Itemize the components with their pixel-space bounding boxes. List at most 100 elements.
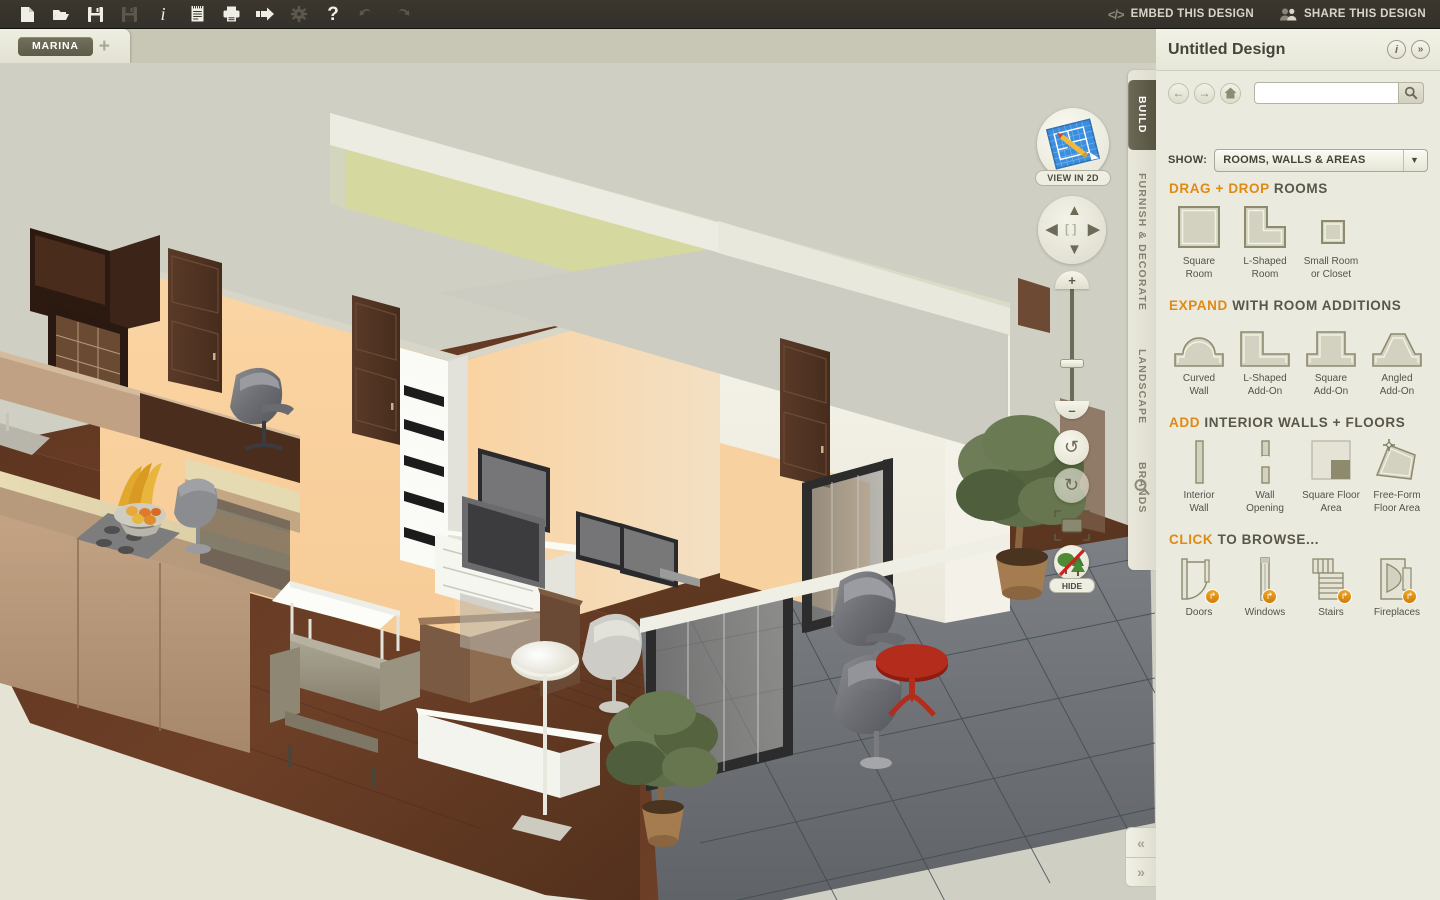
zoom-slider-thumb[interactable] <box>1060 359 1084 368</box>
show-filter-select[interactable]: ROOMS, WALLS & AREAS ▼ <box>1214 148 1428 172</box>
small-room-icon <box>1307 203 1355 251</box>
save-icon[interactable] <box>78 1 112 28</box>
project-tab-marina[interactable]: MARINA <box>18 36 93 56</box>
notes-icon[interactable] <box>180 1 214 28</box>
main-toolbar: i ? </> EMBED THIS DESIGN SHARE THIS DES… <box>0 0 1440 29</box>
zoom-out-button[interactable]: – <box>1055 401 1089 419</box>
tile-windows[interactable]: ↱ Windows <box>1232 554 1298 620</box>
share-design-label: SHARE THIS DESIGN <box>1303 8 1426 20</box>
camera-frame-icon <box>1054 510 1090 541</box>
tile-label: Interior Wall <box>1183 490 1215 514</box>
add-project-tab-button[interactable]: + <box>99 37 110 56</box>
pan-control-pad[interactable]: ▲ ▼ ◀ ▶ [ ] <box>1038 196 1106 264</box>
curved-wall-icon <box>1173 320 1225 368</box>
print-icon[interactable] <box>214 1 248 28</box>
tile-l-shaped-room[interactable]: L-Shaped Room <box>1232 203 1298 281</box>
section-title: EXPAND WITH ROOM ADDITIONS <box>1166 298 1430 313</box>
blueprint-2d-icon <box>1045 118 1101 170</box>
recenter-button[interactable]: [ ] <box>1065 223 1076 235</box>
square-addon-icon <box>1305 320 1357 368</box>
redo-icon[interactable] <box>384 1 418 28</box>
tile-label: Curved Wall <box>1182 373 1216 397</box>
tile-doors[interactable]: ↱ Doors <box>1166 554 1232 620</box>
pan-down-button[interactable]: ▼ <box>1067 242 1082 257</box>
hide-plants-button[interactable] <box>1054 545 1089 580</box>
rotate-right-button[interactable]: ↻ <box>1054 468 1089 503</box>
settings-gear-icon[interactable] <box>282 1 316 28</box>
tile-stairs[interactable]: ↱ Stairs <box>1298 554 1364 620</box>
collapse-panel-right-button[interactable]: » <box>1125 857 1157 887</box>
pan-up-button[interactable]: ▲ <box>1067 203 1082 218</box>
rail-tab-furnish-decorate[interactable]: FURNISH & DECORATE <box>1128 158 1156 326</box>
section-title: DRAG + DROP ROOMS <box>1166 181 1430 196</box>
embed-design-button[interactable]: </> EMBED THIS DESIGN <box>1108 7 1254 22</box>
tile-wall-opening[interactable]: Wall Opening <box>1232 437 1298 515</box>
tile-row: ↱ Doors ↱ Windows ↱ Stairs ↱ Fireplaces <box>1166 554 1430 620</box>
hide-plants-label[interactable]: HIDE <box>1049 578 1095 593</box>
nav-forward-button[interactable]: → <box>1194 82 1215 104</box>
design-title: Untitled Design <box>1168 40 1286 58</box>
export-icon[interactable] <box>248 1 282 28</box>
tile-label: Small Room or Closet <box>1303 256 1359 280</box>
zoom-in-button[interactable]: + <box>1055 271 1089 289</box>
tile-square-room[interactable]: Square Room <box>1166 203 1232 281</box>
view-in-2d-label[interactable]: VIEW IN 2D <box>1035 170 1111 186</box>
tile-fireplaces[interactable]: ↱ Fireplaces <box>1364 554 1430 620</box>
tile-square-addon[interactable]: Square Add-On <box>1298 320 1364 398</box>
tile-row: Curved Wall L-Shaped Add-On Square Add-On <box>1166 320 1430 398</box>
rotate-left-button[interactable]: ↺ <box>1054 430 1089 465</box>
wall-opening-icon <box>1255 437 1275 485</box>
chevron-down-icon[interactable]: ▼ <box>1403 149 1425 171</box>
tile-square-floor-area[interactable]: Square Floor Area <box>1298 437 1364 515</box>
show-filter-label: SHOW: <box>1168 154 1208 166</box>
section-title-highlight: DRAG + DROP <box>1169 181 1270 196</box>
angled-addon-icon <box>1371 320 1423 368</box>
sidebar-header-buttons: i » <box>1387 40 1430 59</box>
search-icon <box>1404 86 1418 100</box>
tile-curved-wall[interactable]: Curved Wall <box>1166 320 1232 398</box>
sidebar-collapse-button[interactable]: » <box>1411 40 1430 59</box>
rail-tab-build[interactable]: BUILD <box>1128 80 1156 150</box>
section-drag-drop-rooms: DRAG + DROP ROOMS Square Room L-Shaped Roo… <box>1156 181 1440 281</box>
rail-search-icon[interactable] <box>1133 478 1151 496</box>
tile-label: Free-Form Floor Area <box>1373 490 1421 514</box>
tile-label: Square Add-On <box>1313 373 1349 397</box>
design-info-button[interactable]: i <box>1387 40 1406 59</box>
window-icon: ↱ <box>1251 554 1279 604</box>
zoom-slider[interactable]: + – <box>1055 271 1089 419</box>
tile-row: Square Room L-Shaped Room Small Room or Clo… <box>1166 203 1430 281</box>
rail-tab-landscape[interactable]: LANDSCAPE <box>1128 332 1156 442</box>
door-icon: ↱ <box>1176 554 1222 604</box>
sidebar-search-button[interactable] <box>1398 82 1424 104</box>
info-icon[interactable]: i <box>146 1 180 28</box>
save-as-icon[interactable] <box>112 1 146 28</box>
help-icon[interactable]: ? <box>316 1 350 28</box>
nav-back-button[interactable]: ← <box>1168 82 1189 104</box>
nav-home-button[interactable] <box>1220 82 1241 104</box>
browse-badge-icon: ↱ <box>1205 589 1220 604</box>
tile-label: Angled Add-On <box>1379 373 1415 397</box>
design-3d-viewport[interactable]: VIEW IN 2D ▲ ▼ ◀ ▶ [ ] + – ↺ ↻ HIDE <box>0 63 1155 900</box>
panel-tab-rail: BUILD FURNISH & DECORATE LANDSCAPE BRAND… <box>1128 70 1156 570</box>
pan-right-button[interactable]: ▶ <box>1088 222 1100 237</box>
open-folder-icon[interactable] <box>44 1 78 28</box>
sidebar-search-input[interactable] <box>1255 83 1397 103</box>
sidebar-nav-row: ← → <box>1156 77 1440 109</box>
tile-l-shaped-addon[interactable]: L-Shaped Add-On <box>1232 320 1298 398</box>
tile-angled-addon[interactable]: Angled Add-On <box>1364 320 1430 398</box>
square-floor-area-icon <box>1307 437 1355 485</box>
tile-freeform-floor-area[interactable]: Free-Form Floor Area <box>1364 437 1430 515</box>
new-document-icon[interactable] <box>10 1 44 28</box>
embed-design-label: EMBED THIS DESIGN <box>1130 8 1254 20</box>
section-title: CLICK TO BROWSE... <box>1166 532 1430 547</box>
pan-left-button[interactable]: ◀ <box>1046 222 1058 237</box>
tile-label: L-Shaped Add-On <box>1243 373 1287 397</box>
camera-view-button[interactable] <box>1054 510 1090 541</box>
collapse-panel-left-button[interactable]: « <box>1125 827 1157 857</box>
undo-icon[interactable] <box>350 1 384 28</box>
tile-small-room-or-closet[interactable]: Small Room or Closet <box>1298 203 1364 281</box>
tile-label: Doors <box>1185 607 1213 618</box>
sidebar-search-box[interactable] <box>1254 82 1424 104</box>
share-design-button[interactable]: SHARE THIS DESIGN <box>1279 7 1426 21</box>
tile-interior-wall[interactable]: Interior Wall <box>1166 437 1232 515</box>
